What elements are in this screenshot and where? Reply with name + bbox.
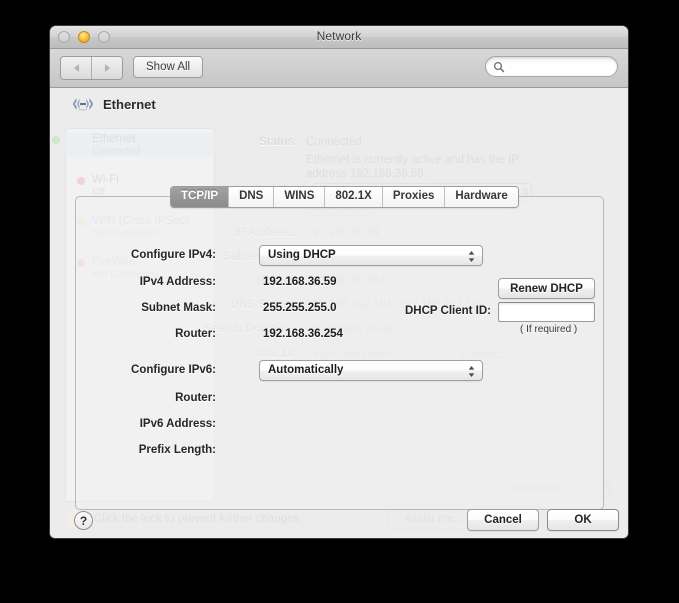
help-button[interactable]: ?	[74, 511, 93, 530]
preferences-toolbar: Show All	[50, 49, 628, 88]
forward-button[interactable]	[91, 57, 122, 79]
configure-ipv6-popup[interactable]: Automatically	[259, 360, 483, 381]
search-input[interactable]	[509, 59, 609, 76]
status-dot-icon	[77, 177, 85, 185]
list-item-name: Wi-Fi	[92, 174, 119, 186]
tcpip-settings-panel: Configure IPv4: Using DHCP IPv4 Address:…	[75, 196, 604, 510]
window-title: Network	[316, 29, 362, 43]
dhcp-client-id-input[interactable]	[499, 304, 594, 322]
bg-status-value: Connected	[306, 136, 362, 148]
ok-button[interactable]: OK	[547, 509, 619, 531]
show-all-button[interactable]: Show All	[133, 56, 204, 78]
tab-8021x[interactable]: 802.1X	[324, 187, 382, 207]
cancel-button[interactable]: Cancel	[467, 509, 539, 531]
dhcp-client-id-field[interactable]	[498, 302, 595, 322]
search-icon	[493, 61, 505, 73]
prefix-length-label: Prefix Length:	[138, 444, 216, 456]
list-item-name: Ethernet	[92, 133, 136, 145]
tab-dns[interactable]: DNS	[228, 187, 274, 207]
configure-ipv6-value: Automatically	[268, 364, 344, 376]
subnet-mask-label: Subnet Mask:	[141, 302, 216, 314]
dhcp-client-id-hint: ( If required )	[520, 324, 578, 335]
popup-stepper-icon	[468, 251, 475, 262]
sheet-button-bar: ? Cancel OK	[50, 508, 628, 538]
renew-dhcp-lease-button[interactable]: Renew DHCP Lease	[498, 278, 595, 315]
configure-ipv4-popup[interactable]: Using DHCP	[259, 245, 483, 266]
ethernet-icon	[72, 98, 94, 111]
ipv6-address-label: IPv6 Address:	[139, 418, 216, 430]
dhcp-client-id-label: DHCP Client ID:	[404, 305, 491, 317]
configure-ipv4-value: Using DHCP	[268, 249, 336, 261]
bg-status-detail-2: address 192.168.36.59.	[306, 168, 427, 180]
bg-status-label: Status:	[259, 136, 298, 148]
tab-hardware[interactable]: Hardware	[444, 187, 518, 207]
network-preferences-window: Network Show All Ethernet ⇅ Ethernet Con…	[50, 26, 628, 538]
configure-ipv4-label: Configure IPv4:	[131, 249, 216, 261]
tab-bar: TCP/IP DNS WINS 802.1X Proxies Hardware	[170, 186, 519, 208]
tab-tcpip[interactable]: TCP/IP	[171, 187, 229, 207]
tab-proxies[interactable]: Proxies	[381, 187, 445, 207]
back-button[interactable]	[61, 57, 91, 79]
ipv4-address-value: 192.168.36.59	[263, 276, 337, 288]
ipv4-address-label: IPv4 Address:	[139, 276, 216, 288]
list-item-status: Connected	[92, 146, 141, 157]
ipv6-router-label: Router:	[175, 392, 216, 404]
back-arrow-icon	[73, 64, 79, 72]
tab-wins[interactable]: WINS	[273, 187, 325, 207]
search-field[interactable]	[485, 56, 618, 77]
service-name: Ethernet	[103, 96, 156, 112]
status-dot-icon	[52, 136, 60, 144]
list-item[interactable]: Ethernet Connected	[52, 133, 213, 157]
router-label: Router:	[175, 328, 216, 340]
service-header: Ethernet	[72, 96, 156, 112]
window-titlebar[interactable]: Network	[50, 26, 628, 49]
forward-arrow-icon	[104, 64, 110, 72]
router-value: 192.168.36.254	[263, 328, 343, 340]
navigation-buttons	[60, 56, 123, 80]
popup-stepper-icon	[468, 366, 475, 377]
configure-ipv6-label: Configure IPv6:	[131, 364, 216, 376]
preferences-content: Ethernet Location: E.U.I. ⇅ Ethernet Con…	[50, 88, 628, 538]
bg-status-detail-1: Ethernet is currently active and has the…	[306, 154, 519, 166]
